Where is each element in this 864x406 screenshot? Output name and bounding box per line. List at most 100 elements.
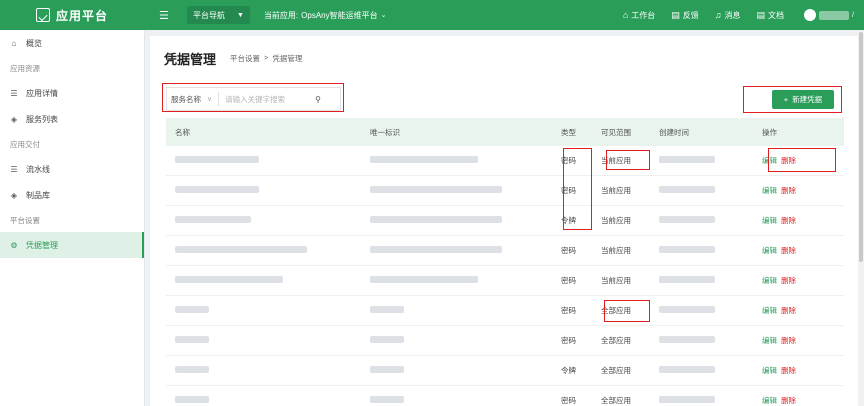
chevron-down-icon: /	[852, 11, 854, 19]
redacted-text	[370, 186, 502, 193]
credential-id-cell	[366, 336, 561, 345]
current-app-switcher[interactable]: 当前应用: OpsAny智能运维平台 ⌄	[264, 10, 387, 21]
sidebar-item-artifact[interactable]: ◈ 制品库	[0, 182, 144, 208]
annotation-box	[604, 300, 650, 322]
credential-type-cell: 密码	[561, 246, 576, 255]
edit-link[interactable]: 编辑	[762, 365, 777, 376]
table-body: 密码 当前应用 编辑 删除 密码 当前应用 编辑 删除 令牌 当前应用 编辑 删…	[166, 146, 844, 406]
scrollbar-thumb[interactable]	[859, 32, 863, 262]
sidebar-item-label: 制品库	[26, 190, 50, 200]
sidebar-group-label: 平台设置	[10, 215, 40, 225]
top-link-label: 工作台	[631, 10, 656, 20]
redacted-text	[370, 156, 478, 163]
delete-link[interactable]: 删除	[781, 245, 796, 256]
delete-link[interactable]: 删除	[781, 305, 796, 316]
credential-id-cell	[366, 276, 561, 285]
redacted-text	[370, 216, 502, 223]
main-content: 凭据管理 平台设置 > 凭据管理 服务名称 ∨ ⚲ + 新建凭据 名称 唯一标识…	[150, 36, 858, 406]
annotation-box	[606, 150, 650, 170]
redacted-text	[370, 306, 404, 313]
delete-link[interactable]: 删除	[781, 395, 796, 406]
credential-name-cell	[166, 306, 366, 315]
service-icon: ◈	[10, 114, 18, 124]
redacted-text	[659, 156, 715, 163]
breadcrumb-item[interactable]: 平台设置	[230, 53, 260, 64]
brand-logo-icon	[36, 8, 50, 22]
top-links: ⌂ 工作台 ▤ 反馈 ♫ 消息 ▤ 文档 /	[623, 9, 864, 21]
redacted-text	[659, 366, 715, 373]
brand[interactable]: 应用平台	[0, 0, 145, 30]
top-link-bell[interactable]: ♫ 消息	[715, 10, 741, 21]
delete-link[interactable]: 删除	[781, 185, 796, 196]
credential-table: 名称 唯一标识 类型 可见范围 创建时间 操作 密码 当前应用 编辑 删除 密码…	[166, 118, 844, 406]
delete-link[interactable]: 删除	[781, 215, 796, 226]
credential-id-cell	[366, 396, 561, 405]
credential-scope-cell: 全部应用	[601, 396, 631, 405]
credential-type-cell: 令牌	[561, 366, 576, 375]
top-link-home[interactable]: ⌂ 工作台	[623, 10, 655, 21]
edit-link[interactable]: 编辑	[762, 185, 777, 196]
home-icon: ⌂	[11, 38, 17, 48]
edit-link[interactable]: 编辑	[762, 215, 777, 226]
credential-name-cell	[166, 156, 366, 165]
page-scrollbar[interactable]	[858, 30, 864, 406]
credential-id-cell	[366, 156, 561, 165]
edit-link[interactable]: 编辑	[762, 305, 777, 316]
redacted-text	[659, 186, 715, 193]
user-menu[interactable]: /	[804, 9, 854, 21]
table-row: 令牌 全部应用 编辑 删除	[166, 356, 844, 386]
list-icon: ☰	[10, 88, 18, 98]
pipeline-icon: ☰	[10, 164, 18, 174]
annotation-box	[768, 148, 836, 172]
sidebar-item-list[interactable]: ☰ 应用详情	[0, 80, 144, 106]
operations-cell: 编辑 删除	[762, 365, 844, 376]
operations-cell: 编辑 删除	[762, 395, 844, 406]
credential-scope-cell: 全部应用	[601, 336, 631, 345]
top-link-feedback[interactable]: ▤ 反馈	[671, 10, 699, 21]
sidebar-item-pipeline[interactable]: ☰ 流水线	[0, 156, 144, 182]
breadcrumb-separator: >	[264, 52, 269, 62]
edit-link[interactable]: 编辑	[762, 395, 777, 406]
platform-nav-select[interactable]: 平台导航 ▼	[187, 6, 250, 24]
redacted-text	[659, 306, 715, 313]
top-link-label: 文档	[768, 10, 785, 20]
column-header: 唯一标识	[370, 127, 400, 137]
redacted-text	[659, 246, 715, 253]
credential-type-cell: 密码	[561, 276, 576, 285]
delete-link[interactable]: 删除	[781, 275, 796, 286]
sidebar-item-gear[interactable]: ⚙ 凭据管理	[0, 232, 144, 258]
redacted-text	[175, 216, 251, 223]
sidebar-item-label: 服务列表	[26, 114, 58, 124]
column-header: 操作	[762, 127, 777, 137]
top-link-doc[interactable]: ▤ 文档	[757, 10, 785, 21]
credential-name-cell	[166, 336, 366, 345]
edit-link[interactable]: 编辑	[762, 335, 777, 346]
current-app-value: OpsAny智能运维平台	[301, 10, 378, 20]
redacted-text	[175, 246, 307, 253]
annotation-box	[162, 83, 344, 112]
edit-link[interactable]: 编辑	[762, 245, 777, 256]
sidebar-item-label: 概览	[26, 38, 42, 48]
column-header: 类型	[561, 127, 576, 137]
created-time-cell	[659, 216, 762, 225]
created-time-cell	[659, 246, 762, 255]
home-icon: ⌂	[622, 10, 629, 20]
annotation-box	[563, 148, 592, 230]
edit-link[interactable]: 编辑	[762, 275, 777, 286]
sidebar-item-home[interactable]: ⌂ 概览	[0, 30, 144, 56]
created-time-cell	[659, 276, 762, 285]
menu-icon[interactable]: ☰	[159, 9, 173, 22]
artifact-icon: ◈	[10, 190, 18, 200]
credential-scope-cell: 当前应用	[601, 216, 631, 225]
sidebar-item-service[interactable]: ◈ 服务列表	[0, 106, 144, 132]
credential-name-cell	[166, 366, 366, 375]
table-row: 密码 全部应用 编辑 删除	[166, 326, 844, 356]
delete-link[interactable]: 删除	[781, 335, 796, 346]
credential-scope-cell: 当前应用	[601, 276, 631, 285]
table-row: 密码 当前应用 编辑 删除	[166, 266, 844, 296]
delete-link[interactable]: 删除	[781, 365, 796, 376]
caret-down-icon: ▼	[237, 11, 244, 19]
redacted-text	[175, 276, 283, 283]
operations-cell: 编辑 删除	[762, 185, 844, 196]
credential-type-cell: 密码	[561, 336, 576, 345]
